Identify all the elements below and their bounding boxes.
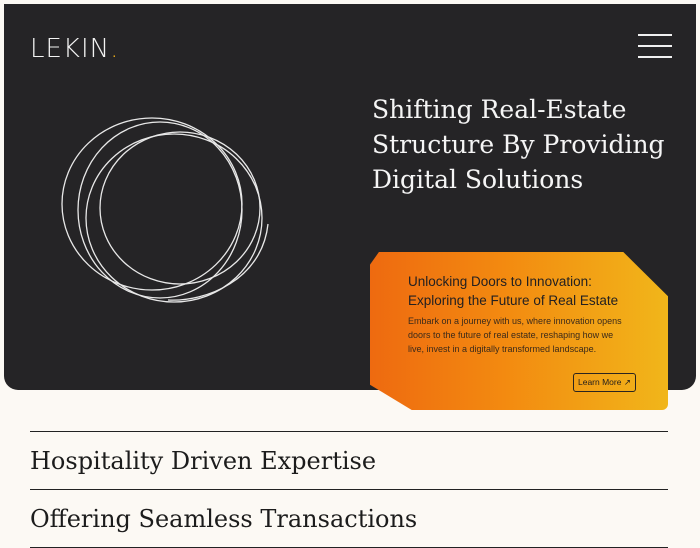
logo-dot: .: [110, 34, 120, 64]
card-text-line: live, invest in a digitally transformed …: [408, 344, 597, 354]
hero-title: Shifting Real-Estate Structure By Provid…: [372, 92, 672, 197]
learn-more-button[interactable]: Learn More ↗: [573, 373, 636, 392]
hero-title-line: Structure By Providing: [372, 130, 665, 159]
card-description: Embark on a journey with us, where innov…: [408, 314, 640, 356]
hero-title-line: Shifting Real-Estate: [372, 95, 627, 124]
service-item-hospitality[interactable]: Hospitality Driven Expertise: [30, 431, 668, 489]
card-title: Unlocking Doors to Innovation: Exploring…: [408, 272, 648, 310]
logo-text: LEKIN: [30, 34, 111, 64]
hero-title-line: Digital Solutions: [372, 165, 584, 194]
services-list: Hospitality Driven Expertise Offering Se…: [30, 431, 668, 548]
card-text-line: doors to the future of real estate, resh…: [408, 330, 614, 340]
logo[interactable]: LEKIN.: [30, 34, 119, 64]
card-title-line: Unlocking Doors to Innovation:: [408, 274, 592, 289]
hamburger-menu-icon[interactable]: [638, 34, 672, 58]
card-text-line: Embark on a journey with us, where innov…: [408, 316, 622, 326]
menu-line: [638, 45, 672, 47]
service-item-transactions[interactable]: Offering Seamless Transactions: [30, 489, 668, 548]
circle-swirl-graphic: [61, 117, 269, 303]
menu-line: [638, 56, 672, 58]
menu-line: [638, 34, 672, 36]
card-title-line: Exploring the Future of Real Estate: [408, 293, 619, 308]
innovation-card: Unlocking Doors to Innovation: Exploring…: [370, 252, 668, 410]
